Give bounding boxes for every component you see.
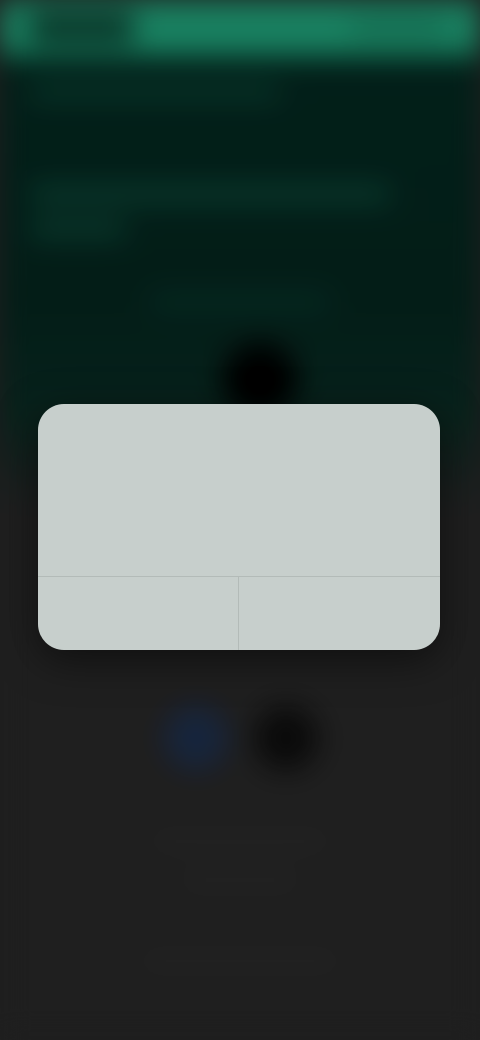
alert-dialog — [38, 404, 440, 650]
dialog-confirm-button[interactable] — [239, 577, 440, 650]
screen — [0, 0, 480, 1040]
dialog-cancel-button[interactable] — [38, 577, 238, 650]
